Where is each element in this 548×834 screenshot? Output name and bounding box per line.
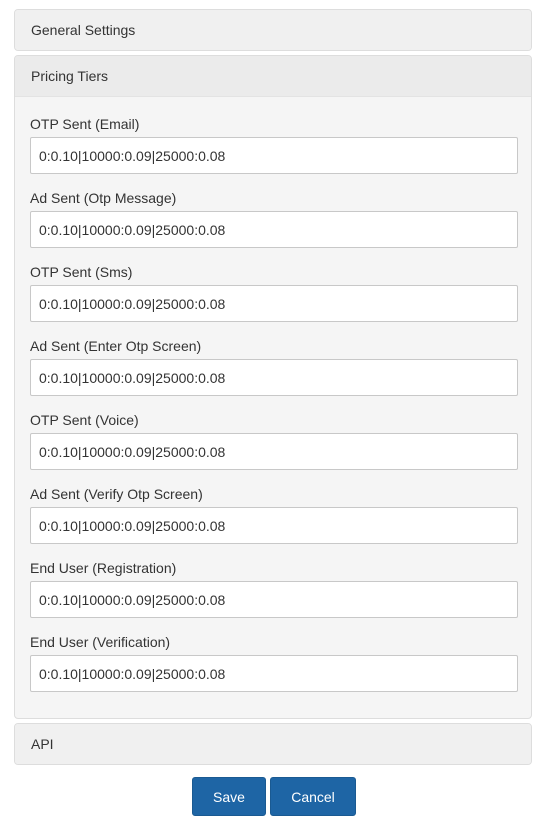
ad-sent-otp-message-input[interactable] xyxy=(30,211,518,248)
field-ad-sent-otp-message: Ad Sent (Otp Message) xyxy=(30,190,518,264)
field-label: Ad Sent (Otp Message) xyxy=(30,190,177,206)
pricing-tiers-title: Pricing Tiers xyxy=(31,68,109,84)
field-end-user-registration: End User (Registration) xyxy=(30,560,518,634)
field-label: End User (Verification) xyxy=(30,634,171,650)
pricing-tiers-panel: Pricing Tiers OTP Sent (Email) Ad Sent (… xyxy=(14,55,532,719)
settings-form: General Settings Pricing Tiers OTP Sent … xyxy=(0,0,548,834)
api-panel: API xyxy=(14,723,532,765)
field-otp-sent-sms: OTP Sent (Sms) xyxy=(30,264,518,338)
general-settings-title: General Settings xyxy=(31,22,136,38)
field-otp-sent-email: OTP Sent (Email) xyxy=(30,116,518,190)
field-end-user-verification: End User (Verification) xyxy=(30,634,518,708)
field-otp-sent-voice: OTP Sent (Voice) xyxy=(30,412,518,486)
ad-sent-verify-otp-screen-input[interactable] xyxy=(30,507,518,544)
field-label: OTP Sent (Voice) xyxy=(30,412,139,428)
pricing-tiers-header[interactable]: Pricing Tiers xyxy=(15,56,531,97)
field-label: OTP Sent (Email) xyxy=(30,116,140,132)
general-settings-panel: General Settings xyxy=(14,9,532,51)
otp-sent-email-input[interactable] xyxy=(30,137,518,174)
field-label: Ad Sent (Enter Otp Screen) xyxy=(30,338,202,354)
field-label: Ad Sent (Verify Otp Screen) xyxy=(30,486,203,502)
pricing-tiers-body: OTP Sent (Email) Ad Sent (Otp Message) O… xyxy=(15,97,531,708)
api-header[interactable]: API xyxy=(15,724,531,764)
otp-sent-sms-input[interactable] xyxy=(30,285,518,322)
general-settings-header[interactable]: General Settings xyxy=(15,10,531,50)
end-user-registration-input[interactable] xyxy=(30,581,518,618)
api-title: API xyxy=(31,736,54,752)
save-button[interactable]: Save xyxy=(192,777,266,816)
cancel-button[interactable]: Cancel xyxy=(270,777,356,816)
ad-sent-enter-otp-screen-input[interactable] xyxy=(30,359,518,396)
field-ad-sent-verify-otp-screen: Ad Sent (Verify Otp Screen) xyxy=(30,486,518,560)
field-ad-sent-enter-otp-screen: Ad Sent (Enter Otp Screen) xyxy=(30,338,518,412)
otp-sent-voice-input[interactable] xyxy=(30,433,518,470)
field-label: OTP Sent (Sms) xyxy=(30,264,133,280)
field-label: End User (Registration) xyxy=(30,560,177,576)
end-user-verification-input[interactable] xyxy=(30,655,518,692)
